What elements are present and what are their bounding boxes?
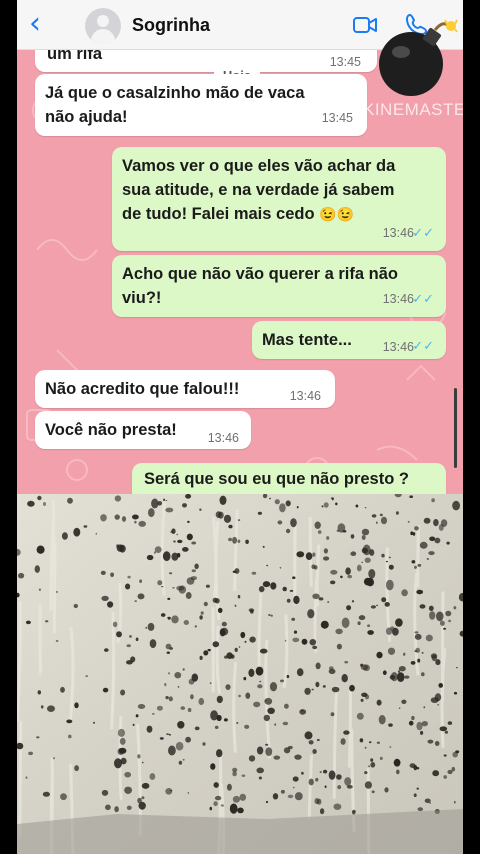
message-time: 13:46 [289,389,321,403]
message-bubble-outgoing[interactable]: Mas tente... 13:46 ✓✓ [252,321,446,359]
read-ticks-icon: ✓✓ [412,338,434,353]
read-ticks-icon: ✓✓ [412,225,434,240]
message-time: 13:46 [382,226,414,240]
contact-name[interactable]: Sogrinha [132,15,210,36]
phone-screen: ‹ Sogrinha KINEMASTER um rifa 1 [17,0,463,854]
avatar[interactable] [85,8,121,44]
message-time: 13:46 [207,431,239,445]
chat-area[interactable]: KINEMASTER um rifa 13:45 Hoje Já que o c… [17,50,463,494]
message-time: 13:46 [382,340,414,354]
read-ticks-icon: ✓✓ [412,291,434,306]
message-text: um rifa [47,50,103,63]
scrollbar[interactable] [454,388,457,468]
message-bubble-incoming[interactable]: um rifa 13:45 [35,50,377,72]
message-bubble-incoming[interactable]: Não acredito que falou!!! 13:46 [35,370,335,408]
message-text: Não acredito que falou!!! [45,380,240,398]
kinemaster-watermark: KINEMASTER [363,100,463,119]
message-text: Será que sou eu que não presto ? [144,470,409,488]
message-time: 13:45 [329,55,361,69]
message-text-line: sua atitude, e na verdade já sabem [122,181,395,199]
message-bubble-outgoing[interactable]: Vamos ver o que eles vão achar da sua at… [112,147,446,251]
bomb-icon [379,19,458,96]
message-text: Mas tente... [262,331,352,349]
message-bubble-incoming[interactable]: Você não presta! 13:46 [35,411,251,449]
message-time: 13:45 [321,111,353,125]
message-text-line: Já que o casalzinho mão de vaca [45,84,305,102]
message-text-line: não ajuda! [45,108,128,126]
wink-emoji-icon: 😉😉 [319,206,355,222]
message-text: Você não presta! [45,421,177,439]
message-text-line: Vamos ver o que eles vão achar da [122,157,396,175]
message-bubble-outgoing[interactable]: Acho que não vão querer a rifa não viu?!… [112,255,446,317]
message-bubble-outgoing[interactable]: Será que sou eu que não presto ? [132,463,446,494]
chevron-left-icon[interactable]: ‹ [29,9,51,39]
message-bubble-incoming[interactable]: Já que o casalzinho mão de vaca não ajud… [35,74,367,136]
message-text-line: Acho que não vão querer a rifa não [122,265,398,283]
speckled-wall-photo [17,494,463,854]
message-time: 13:46 [382,292,414,306]
message-text-line: de tudo! Falei mais cedo [122,205,315,223]
